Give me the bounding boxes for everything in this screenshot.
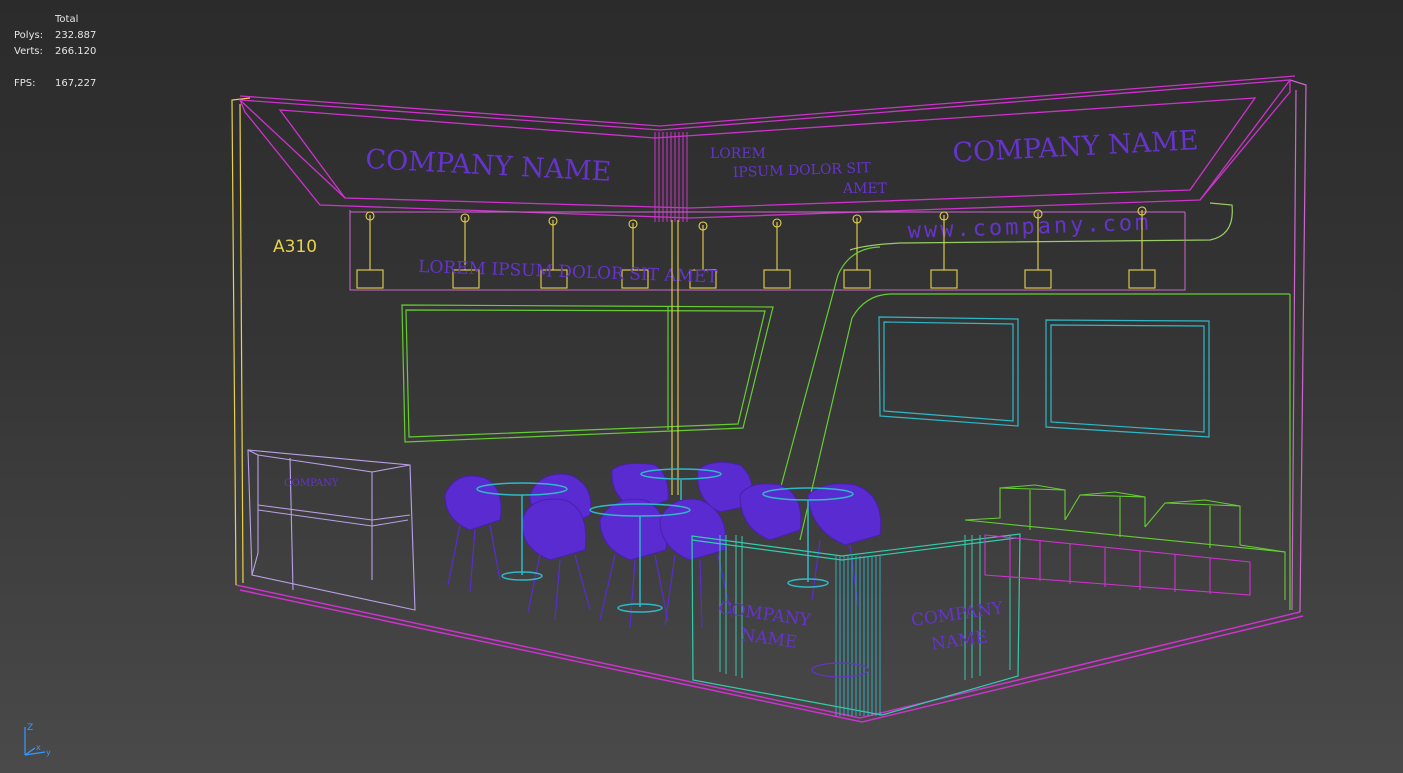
right-wall-monitors: [878, 316, 1210, 438]
axis-z-label: Z: [27, 723, 33, 733]
left-wall-screen: [401, 304, 774, 443]
axis-x-label: x: [36, 743, 41, 752]
header-mid-line3: AMET: [842, 181, 888, 197]
booth-id-label: A310: [273, 237, 317, 257]
stepped-display: [964, 484, 1286, 600]
lounge-furniture: [444, 461, 882, 629]
axis-y-label: y: [46, 748, 51, 757]
right-wall-frame: [1289, 79, 1307, 613]
counter-left-line1: COMPANY: [717, 598, 812, 631]
header-left-company-name: COMPANY NAME: [365, 144, 612, 188]
header-corner-strip: [654, 132, 688, 222]
header-mid-line2: IPSUM DOLOR SIT: [733, 160, 872, 181]
left-wall-frame: [231, 97, 251, 586]
header-mid-line1: LOREM: [710, 146, 766, 162]
counter-left-line2: NAME: [739, 625, 798, 653]
central-column: [671, 220, 679, 495]
tagline-text: LOREM IPSUM DOLOR SIT AMET: [418, 257, 719, 287]
counter-right-line1: COMPANY: [910, 598, 1005, 631]
booth-wireframe-scene: COMPANY NAME COMPANY NAME LOREM IPSUM DO…: [24, 75, 1307, 757]
left-display-shelf: [247, 449, 416, 611]
3d-viewport[interactable]: Total Polys: 232.887 Verts: 266.120 FPS:…: [0, 0, 1403, 773]
shelf-logo: COMPANY: [284, 478, 339, 489]
header-right-company-name: COMPANY NAME: [952, 125, 1199, 169]
right-wall-divider: [779, 246, 1291, 610]
